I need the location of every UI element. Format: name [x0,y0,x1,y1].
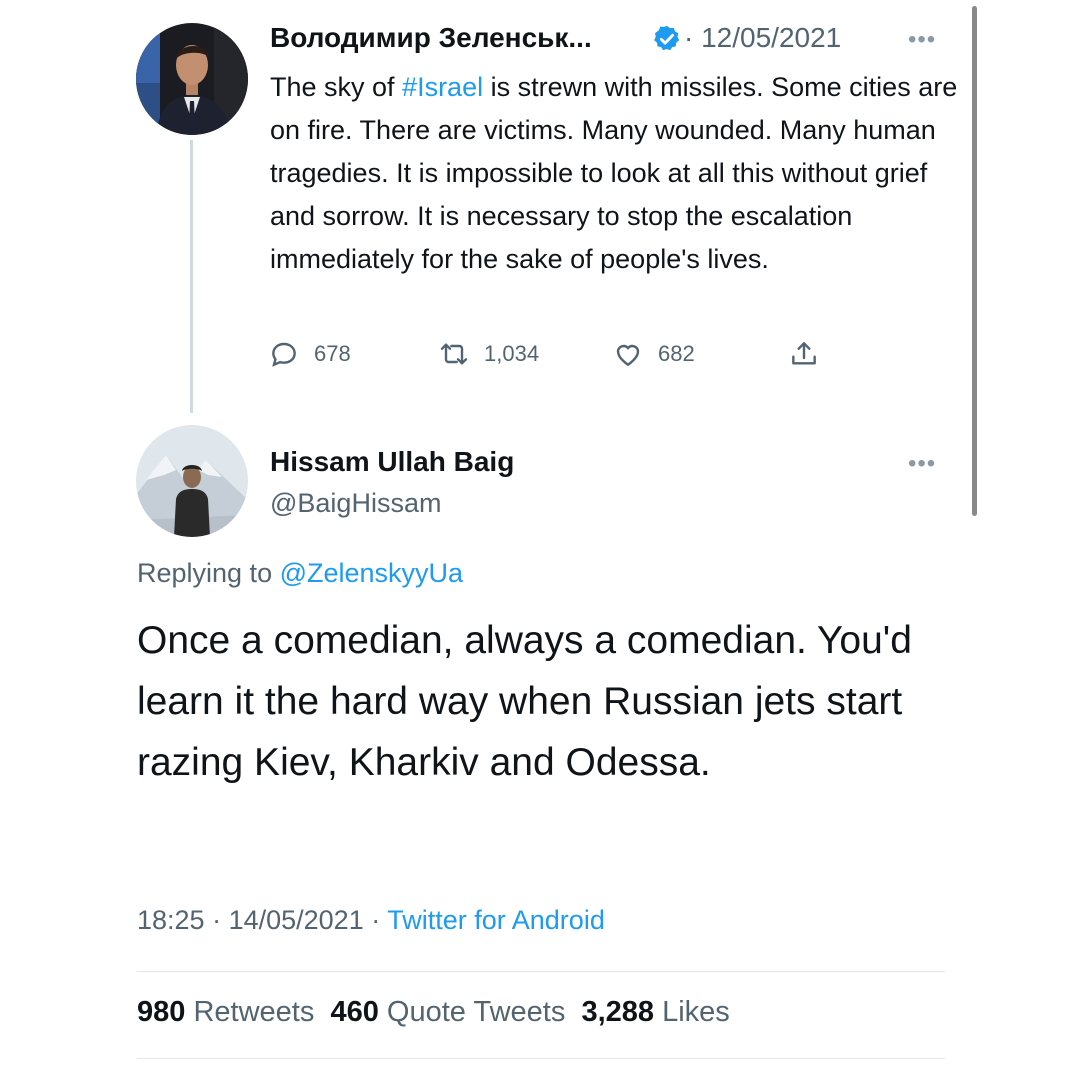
likes-label: Likes [662,996,730,1028]
share-action[interactable] [788,336,820,372]
reply-author-name[interactable]: Hissam Ullah Baig [270,446,514,478]
baig-photo [136,425,248,537]
engagement-stats: 980 Retweets 460 Quote Tweets 3,288 Like… [137,996,730,1029]
retweet-icon [440,343,468,365]
tweet-meta: 18:25 · 14/05/2021 · Twitter for Android [137,905,605,935]
zelensky-photo [136,23,248,135]
quote-tweets-label: Quote Tweets [386,996,566,1028]
retweets-label: Retweets [193,996,315,1028]
divider [137,1058,945,1059]
thread-connector-line [190,140,193,413]
more-dots-icon[interactable]: ••• [908,450,936,478]
tweet-text-part: The sky of [270,72,403,102]
heart-icon [616,344,640,367]
more-dots-icon[interactable]: ••• [908,26,936,54]
retweets-count: 980 [137,996,186,1028]
tweet-time[interactable]: 18:25 [137,905,205,935]
retweet-action[interactable]: 1,034 [438,336,539,372]
replying-prefix: Replying to [137,558,280,588]
reply-action[interactable]: 678 [268,336,351,372]
reply-count: 678 [314,341,351,366]
divider [137,971,945,972]
zelensky-avatar[interactable] [136,23,248,135]
scrollbar[interactable] [972,6,977,516]
original-tweet-date[interactable]: · 12/05/2021 [684,22,841,54]
tweet-source-link[interactable]: Twitter for Android [387,905,605,935]
likes-stat[interactable]: 3,288 Likes [581,996,729,1028]
share-icon [792,342,816,365]
likes-count: 3,288 [581,996,655,1028]
original-author-name[interactable]: Володимир Зеленськ... [270,22,592,54]
like-action[interactable]: 682 [612,336,695,372]
reply-tweet-text: Once a comedian, always a comedian. You'… [137,619,912,784]
quote-tweets-count: 460 [330,996,379,1028]
tweet-text-part: is strewn with missiles. Some cities are… [270,72,958,274]
replying-to-line: Replying to @ZelenskyyUa [137,558,463,589]
hashtag-link[interactable]: #Israel [402,72,483,102]
replying-to-link[interactable]: @ZelenskyyUa [280,558,463,588]
retweet-count: 1,034 [484,341,540,366]
original-tweet-text: The sky of #Israel is strewn with missil… [270,66,960,281]
like-count: 682 [658,341,695,366]
tweet-date[interactable]: 14/05/2021 [229,905,364,935]
retweets-stat[interactable]: 980 Retweets [137,996,314,1028]
reply-author-handle[interactable]: @BaigHissam [270,488,441,519]
reply-bubble-icon [272,342,296,367]
quote-tweets-stat[interactable]: 460 Quote Tweets [330,996,565,1028]
verified-badge-icon [654,25,680,51]
baig-avatar[interactable] [136,425,248,537]
